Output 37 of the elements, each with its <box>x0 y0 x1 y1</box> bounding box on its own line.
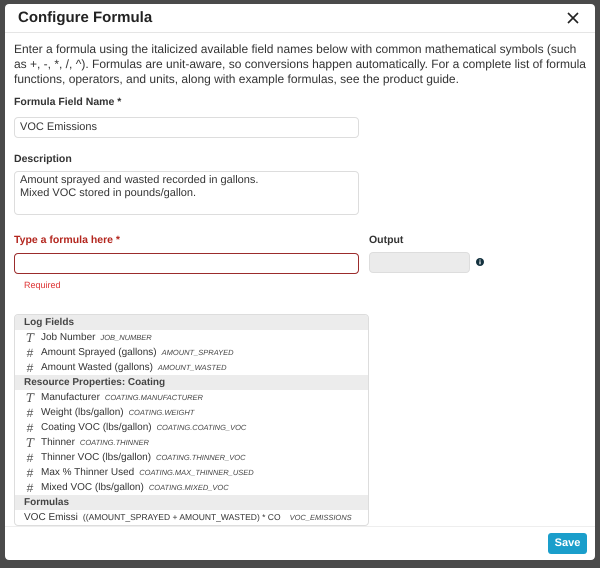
text-type-icon: T <box>24 332 36 344</box>
field-name: Max % Thinner Used <box>41 466 134 480</box>
info-icon[interactable] <box>476 258 484 266</box>
close-icon[interactable] <box>567 12 579 24</box>
field-name: Job Number <box>41 331 96 346</box>
field-name: Mixed VOC (lbs/gallon) <box>41 481 144 496</box>
field-label: Formula Field Name * <box>14 95 122 110</box>
formula-field[interactable] <box>14 253 359 274</box>
field-label: Output <box>369 232 404 248</box>
field-name: VOC Emissi <box>24 511 78 526</box>
field-label: Description <box>14 152 73 168</box>
field-label: Type a formula here * <box>14 232 122 248</box>
dialog-title: Configure Formula <box>18 8 152 28</box>
number-type-icon: # <box>24 466 36 479</box>
number-type-icon: # <box>24 482 36 494</box>
number-type-icon: # <box>24 422 36 434</box>
text-type-icon: T <box>24 392 36 404</box>
group-header: Log Fields <box>24 316 74 330</box>
number-type-icon: # <box>24 452 36 464</box>
field-name: Manufacturer <box>41 391 100 406</box>
number-type-icon: # <box>24 406 36 419</box>
field-name: Thinner <box>41 436 75 450</box>
formula-name-field[interactable]: VOC Emissions <box>14 116 359 138</box>
field-name: Coating VOC (lbs/gallon) <box>41 421 152 436</box>
field-name: Weight (lbs/gallon) <box>41 406 124 420</box>
description-field[interactable]: Amount sprayed and wasted recorded in gallons. Mixed VOC stored in pounds/gallon. <box>14 170 359 215</box>
error-message: Required <box>24 278 62 292</box>
group-header: Resource Properties: Coating <box>24 376 166 390</box>
number-type-icon: # <box>24 346 36 359</box>
field-name: Amount Wasted (gallons) <box>41 361 153 376</box>
intro-text: Enter a formula using the italicized available field names below with common mathematical symbols (such as +, -, *, /, ^). Formulas are unit-aware, so conversions happen automatically. For a complete list of formula functions, operators, and units, along with example formulas, see the product guide. <box>14 42 586 88</box>
field-name: Amount Sprayed (gallons) <box>41 346 157 360</box>
number-type-icon: # <box>24 362 36 374</box>
field-name: Thinner VOC (lbs/gallon) <box>41 451 152 466</box>
text-type-icon: T <box>24 436 36 449</box>
group-header: Formulas <box>24 496 70 510</box>
formula-text: ((AMOUNT_SPRAYED + AMOUNT_WASTED) * CO <box>82 511 281 524</box>
